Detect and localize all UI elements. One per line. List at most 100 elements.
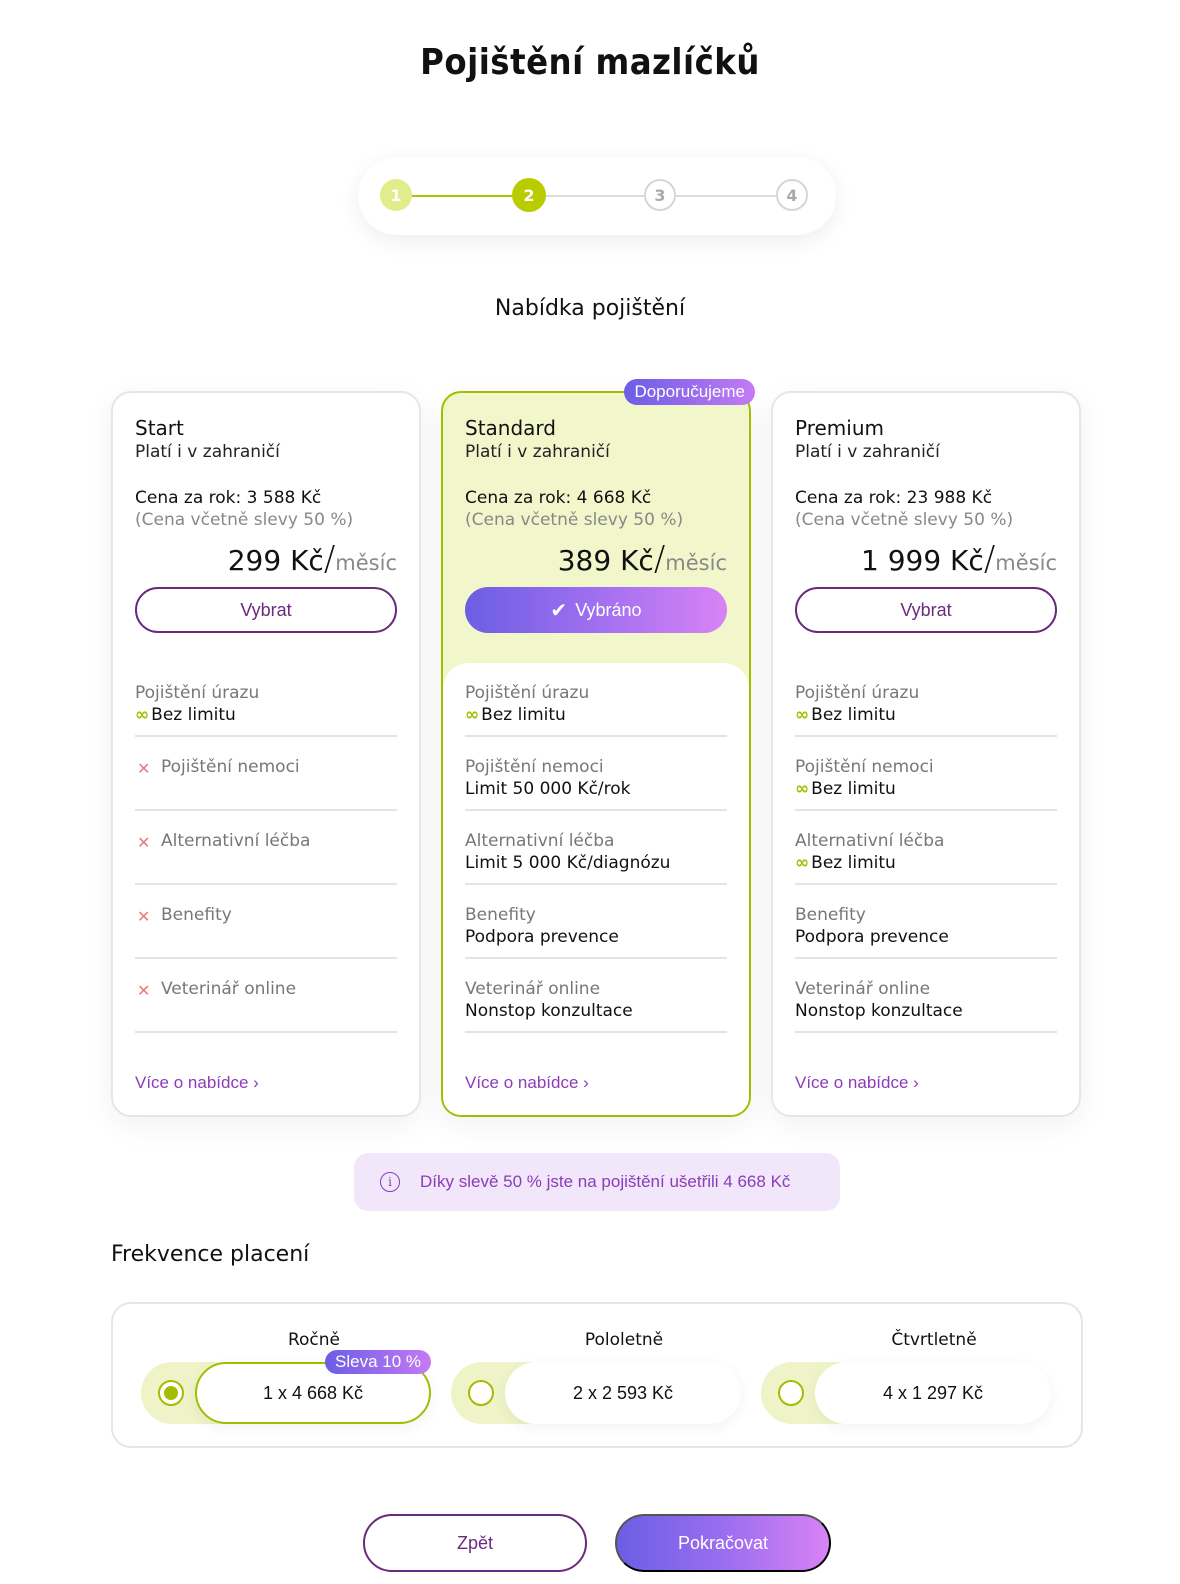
stepper-line (672, 195, 790, 197)
feature-label: Veterinář online (161, 979, 297, 999)
monthly-unit: měsíc (335, 551, 397, 575)
radio-button[interactable] (468, 1380, 494, 1406)
feature-row: Pojištění úrazu ∞ Bez limitu (795, 663, 1057, 737)
feature-row: Veterinář online Nonstop konzultace (465, 959, 727, 1033)
plan-select-button[interactable]: Vybrat (795, 587, 1057, 633)
feature-label: Alternativní léčba (465, 831, 615, 851)
feature-label: Alternativní léčba (795, 831, 945, 851)
feature-value-text: Bez limitu (811, 779, 896, 799)
infinity-icon: ∞ (795, 853, 810, 873)
more-about-offer-link[interactable]: Více o nabídce › (135, 1073, 259, 1093)
feature-value-text: Nonstop konzultace (465, 1001, 633, 1021)
monthly-amount: 299 Kč (227, 544, 324, 577)
discount-badge: Sleva 10 % (325, 1350, 431, 1374)
plan-year-price: Cena za rok: 3 588 Kč (135, 488, 322, 508)
feature-row: Pojištění nemoci Limit 50 000 Kč/rok (465, 737, 727, 811)
frequency-row[interactable]: 2 x 2 593 Kč (451, 1362, 741, 1424)
feature-row-excluded: ✕ Alternativní léčba (135, 811, 397, 885)
frequency-label: Ročně (287, 1330, 341, 1350)
price-separator: / (323, 539, 336, 579)
feature-value: Limit 5 000 Kč/diagnózu (465, 853, 670, 873)
feature-value-text: Bez limitu (151, 705, 236, 725)
step-3: 3 (644, 179, 676, 211)
feature-label: Benefity (795, 905, 866, 925)
frequency-label: Čtvrtletně (891, 1330, 977, 1350)
frequency-label: Pololetně (584, 1330, 664, 1350)
plan-monthly-price: 1 999 Kč/měsíc (795, 539, 1057, 579)
info-icon: i (380, 1172, 400, 1192)
frequency-option-yearly[interactable]: Ročně 1 x 4 668 Kč Sleva 10 % (141, 1330, 431, 1424)
savings-info-box: i Díky slevě 50 % jste na pojištění ušet… (354, 1153, 840, 1211)
feature-value: ∞ Bez limitu (465, 705, 566, 725)
progress-stepper: 1 2 3 4 (358, 157, 836, 235)
feature-label: Pojištění úrazu (795, 683, 920, 703)
feature-value: ∞ Bez limitu (135, 705, 236, 725)
plan-selected-button[interactable]: ✔ Vybráno (465, 587, 727, 633)
feature-label: Benefity (161, 905, 232, 925)
plan-name: Standard (465, 416, 556, 440)
plan-subtitle: Platí i v zahraničí (465, 442, 610, 462)
radio-button[interactable] (778, 1380, 804, 1406)
feature-value-text: Bez limitu (811, 705, 896, 725)
more-about-offer-link[interactable]: Více o nabídce › (795, 1073, 919, 1093)
plan-subtitle: Platí i v zahraničí (795, 442, 940, 462)
plan-year-price: Cena za rok: 4 668 Kč (465, 488, 652, 508)
x-icon: ✕ (137, 907, 151, 926)
feature-row: Pojištění úrazu ∞ Bez limitu (465, 663, 727, 737)
plan-header: Start Platí i v zahraničí Cena za rok: 3… (135, 415, 397, 579)
back-button[interactable]: Zpět (363, 1514, 587, 1572)
frequency-option-quarterly[interactable]: Čtvrtletně 4 x 1 297 Kč (761, 1330, 1051, 1424)
step-1[interactable]: 1 (380, 179, 412, 211)
continue-button[interactable]: Pokračovat (615, 1514, 831, 1572)
recommended-badge: Doporučujeme (624, 379, 755, 405)
feature-row: Alternativní léčba Limit 5 000 Kč/diagnó… (465, 811, 727, 885)
feature-label: Veterinář online (795, 979, 931, 999)
price-separator: / (653, 539, 666, 579)
plan-card-standard: Doporučujeme Standard Platí i v zahranič… (441, 379, 755, 1117)
feature-value: Nonstop konzultace (465, 1001, 633, 1021)
radio-button-selected[interactable] (158, 1380, 184, 1406)
step-2-current[interactable]: 2 (512, 178, 546, 212)
feature-value: Nonstop konzultace (795, 1001, 963, 1021)
more-about-offer-link[interactable]: Více o nabídce › (465, 1073, 589, 1093)
x-icon: ✕ (137, 759, 151, 778)
plan-features: Pojištění úrazu ∞ Bez limitu Pojištění ne… (773, 663, 1079, 1115)
plan-year-price: Cena za rok: 23 988 Kč (795, 488, 993, 508)
x-icon: ✕ (137, 981, 151, 1000)
feature-value-text: Podpora prevence (465, 927, 619, 947)
monthly-amount: 1 999 Kč (861, 544, 984, 577)
monthly-unit: měsíc (995, 551, 1057, 575)
plan-select-button[interactable]: Vybrat (135, 587, 397, 633)
step-4: 4 (776, 179, 808, 211)
frequency-row[interactable]: 1 x 4 668 Kč Sleva 10 % (141, 1350, 431, 1424)
plan-discount-note: (Cena včetně slevy 50 %) (795, 510, 1014, 530)
frequency-row[interactable]: 4 x 1 297 Kč (761, 1362, 1051, 1424)
frequency-price[interactable]: 4 x 1 297 Kč (815, 1362, 1051, 1424)
feature-value: Podpora prevence (795, 927, 949, 947)
plan-name: Start (135, 416, 184, 440)
feature-row-excluded: ✕ Veterinář online (135, 959, 397, 1033)
feature-label: Pojištění nemoci (465, 757, 604, 777)
feature-value-text: Podpora prevence (795, 927, 949, 947)
frequency-price[interactable]: 2 x 2 593 Kč (505, 1362, 741, 1424)
price-separator: / (983, 539, 996, 579)
savings-info-text: Díky slevě 50 % jste na pojištění ušetři… (420, 1172, 791, 1191)
monthly-amount: 389 Kč (557, 544, 654, 577)
check-icon: ✔ (550, 599, 568, 622)
stepper-line (408, 195, 526, 197)
feature-row: Benefity Podpora prevence (795, 885, 1057, 959)
infinity-icon: ∞ (135, 705, 150, 725)
payment-frequency-box: Ročně 1 x 4 668 Kč Sleva 10 % Pololetně … (111, 1302, 1083, 1448)
monthly-unit: měsíc (665, 551, 727, 575)
feature-value-text: Limit 5 000 Kč/diagnózu (465, 853, 671, 873)
x-icon: ✕ (137, 833, 151, 852)
feature-row: Veterinář online Nonstop konzultace (795, 959, 1057, 1033)
infinity-icon: ∞ (795, 705, 810, 725)
feature-value: ∞ Bez limitu (795, 705, 896, 725)
feature-row-excluded: ✕ Benefity (135, 885, 397, 959)
feature-row-excluded: ✕ Pojištění nemoci (135, 737, 397, 811)
frequency-option-half-yearly[interactable]: Pololetně 2 x 2 593 Kč (451, 1330, 741, 1424)
infinity-icon: ∞ (795, 779, 810, 799)
plan-discount-note: (Cena včetně slevy 50 %) (135, 510, 354, 530)
plan-card-start: Start Platí i v zahraničí Cena za rok: 3… (111, 391, 421, 1117)
